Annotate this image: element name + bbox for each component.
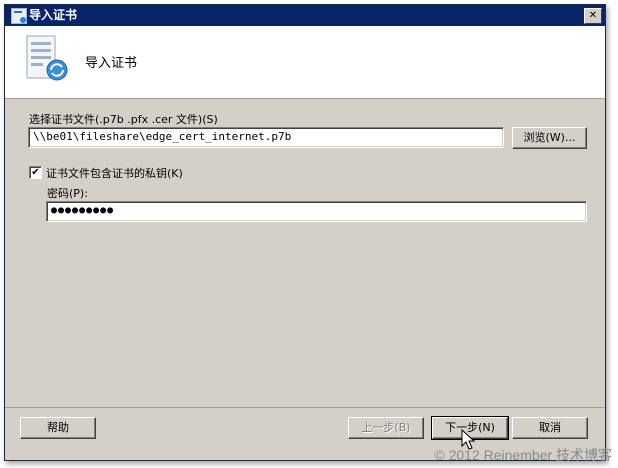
page-title: 导入证书: [85, 56, 138, 71]
password-label: 密码(P):: [47, 187, 88, 200]
footer-divider: [5, 407, 605, 408]
certificate-import-icon: [26, 35, 68, 81]
cancel-button[interactable]: 取消: [512, 417, 588, 439]
help-button[interactable]: 帮助: [20, 417, 96, 439]
private-key-checkbox[interactable]: ✔: [29, 166, 42, 179]
private-key-checkbox-label: 证书文件包含证书的私钥(K): [46, 167, 183, 180]
close-button[interactable]: ✕: [584, 8, 602, 24]
import-certificate-dialog: 导入证书 ✕ 导入证书 选择证书文件(.p7b .pfx .cer 文件)(S)…: [4, 4, 606, 461]
password-input[interactable]: ●●●●●●●●●: [46, 201, 587, 222]
file-field-label: 选择证书文件(.p7b .pfx .cer 文件)(S): [29, 113, 218, 126]
watermark-text: © 2012 Reinember 技术博客: [434, 447, 612, 463]
window-title: 导入证书: [29, 8, 78, 22]
browse-button[interactable]: 浏览(W)...: [512, 127, 587, 149]
certificate-file-path-input[interactable]: \\be01\fileshare\edge_cert_internet.p7b: [28, 127, 504, 148]
wizard-header: 导入证书: [5, 26, 605, 99]
back-button[interactable]: 上一步(B): [348, 417, 424, 439]
certificate-app-icon: [11, 8, 27, 24]
title-bar[interactable]: 导入证书 ✕: [5, 5, 605, 26]
